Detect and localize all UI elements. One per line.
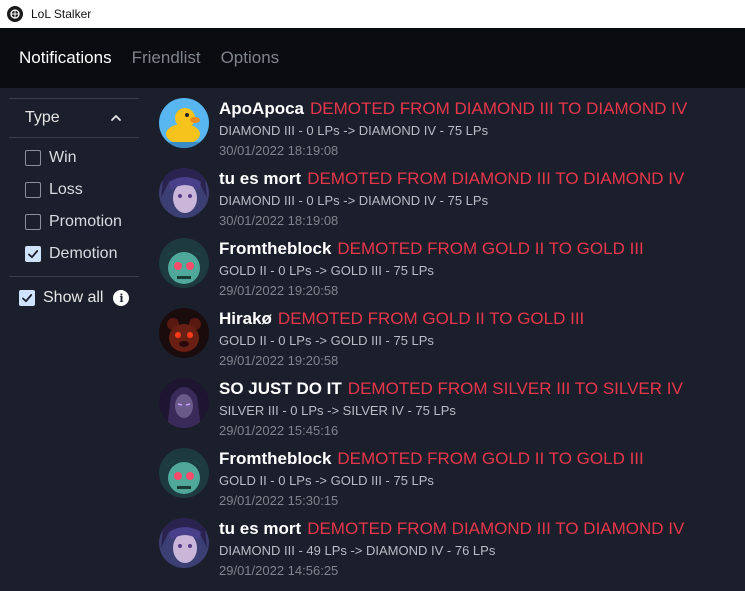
rank-detail: GOLD II - 0 LPs -> GOLD III - 75 LPs [219,263,434,278]
event-text: DEMOTED FROM DIAMOND III TO DIAMOND IV [307,519,685,538]
event-text: DEMOTED FROM GOLD II TO GOLD III [337,449,644,468]
filter-demotion[interactable]: Demotion [9,238,139,270]
zombie-avatar-icon [159,238,209,288]
checkbox-loss[interactable] [25,182,41,198]
champion-avatar-icon [159,518,209,568]
rank-detail: SILVER III - 0 LPs -> SILVER IV - 75 LPs [219,403,456,418]
event-text: DEMOTED FROM DIAMOND III TO DIAMOND IV [310,99,688,118]
app-logo-icon [7,6,23,22]
timestamp: 29/01/2022 14:56:25 [219,563,339,578]
type-filter-title: Type [25,109,60,126]
checkbox-promotion[interactable] [25,214,41,230]
filter-loss[interactable]: Loss [9,174,139,206]
summoner-name[interactable]: tu es mort [219,169,301,188]
notification-item[interactable]: Hirakø DEMOTED FROM GOLD II TO GOLD III G… [157,303,737,373]
summoner-name[interactable]: ApoApoca [219,99,304,118]
type-filter-header[interactable]: Type [9,98,139,138]
rank-detail: DIAMOND III - 0 LPs -> DIAMOND IV - 75 L… [219,123,489,138]
tab-options[interactable]: Options [221,48,280,68]
checkbox-win[interactable] [25,150,41,166]
timestamp: 30/01/2022 18:19:08 [219,213,339,228]
champion-avatar-icon [159,168,209,218]
timestamp: 30/01/2022 18:19:08 [219,143,339,158]
rank-detail: GOLD II - 0 LPs -> GOLD III - 75 LPs [219,473,434,488]
tab-friendlist[interactable]: Friendlist [132,48,201,68]
summoner-name[interactable]: SO JUST DO IT [219,379,342,398]
rank-detail: DIAMOND III - 49 LPs -> DIAMOND IV - 76 … [219,543,496,558]
rank-detail: DIAMOND III - 0 LPs -> DIAMOND IV - 75 L… [219,193,489,208]
timestamp: 29/01/2022 19:20:58 [219,353,339,368]
timestamp: 29/01/2022 15:45:16 [219,423,339,438]
summoner-name[interactable]: Hirakø [219,309,272,328]
notification-item[interactable]: Fromtheblock DEMOTED FROM GOLD II TO GOLD… [157,233,737,303]
summoner-name[interactable]: tu es mort [219,519,301,538]
timestamp: 29/01/2022 19:20:58 [219,283,339,298]
show-all-toggle[interactable]: Show all i [9,279,139,317]
notification-feed: ApoApoca DEMOTED FROM DIAMOND III TO DIAM… [157,93,737,583]
notification-item[interactable]: tu es mort DEMOTED FROM DIAMOND III TO DI… [157,513,737,583]
check-icon [28,250,39,259]
filter-promotion[interactable]: Promotion [9,206,139,238]
filter-win[interactable]: Win [9,142,139,174]
filter-loss-label: Loss [49,181,83,198]
timestamp: 29/01/2022 15:30:15 [219,493,339,508]
checkbox-demotion[interactable] [25,246,41,262]
zombie-avatar-icon [159,448,209,498]
bear-avatar-icon [159,308,209,358]
tab-notifications[interactable]: Notifications [19,48,112,68]
event-text: DEMOTED FROM DIAMOND III TO DIAMOND IV [307,169,685,188]
filter-promotion-label: Promotion [49,213,122,230]
event-text: DEMOTED FROM SILVER III TO SILVER IV [347,379,683,398]
filter-win-label: Win [49,149,77,166]
window-title: LoL Stalker [31,7,92,21]
checkbox-show-all[interactable] [19,290,35,306]
event-text: DEMOTED FROM GOLD II TO GOLD III [277,309,585,328]
window-titlebar: LoL Stalker [0,0,745,28]
notification-item[interactable]: tu es mort DEMOTED FROM DIAMOND III TO DI… [157,163,737,233]
filter-demotion-label: Demotion [49,245,118,262]
summoner-name[interactable]: Fromtheblock [219,239,331,258]
summoner-name[interactable]: Fromtheblock [219,449,331,468]
notification-item[interactable]: SO JUST DO IT DEMOTED FROM SILVER III TO … [157,373,737,443]
info-icon[interactable]: i [113,290,130,306]
filter-sidebar: Type Win Loss Promotion Demotion Show al… [9,98,139,317]
rank-detail: GOLD II - 0 LPs -> GOLD III - 75 LPs [219,333,434,348]
duck-avatar-icon [159,98,209,148]
type-filter-list: Win Loss Promotion Demotion [9,138,139,277]
check-icon [22,294,33,303]
notification-item[interactable]: ApoApoca DEMOTED FROM DIAMOND III TO DIAM… [157,93,737,163]
event-text: DEMOTED FROM GOLD II TO GOLD III [337,239,644,258]
top-nav: Notifications Friendlist Options [0,28,745,88]
show-all-label: Show all [43,289,104,306]
notification-item[interactable]: Fromtheblock DEMOTED FROM GOLD II TO GOLD… [157,443,737,513]
shadow-avatar-icon [159,378,209,428]
chevron-up-icon [111,115,121,121]
